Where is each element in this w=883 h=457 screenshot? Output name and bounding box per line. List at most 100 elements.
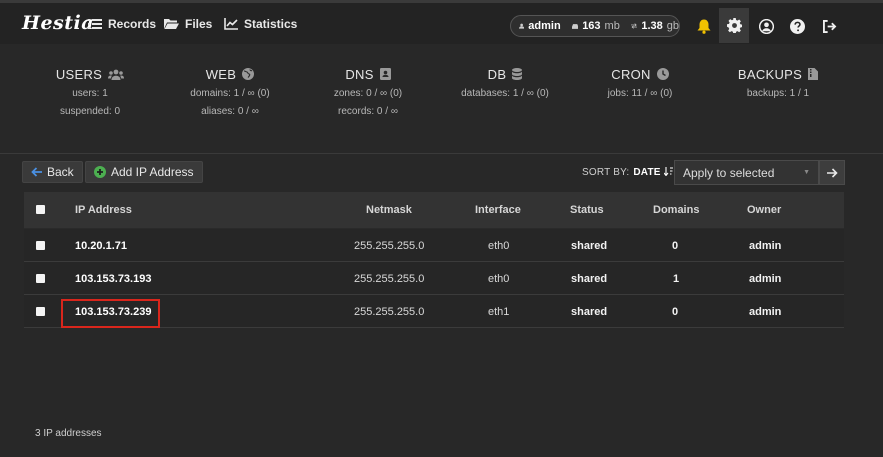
row-checkbox[interactable] — [36, 274, 45, 283]
stat-cron-title: CRON — [611, 66, 651, 82]
globe-icon — [242, 68, 255, 80]
domains-cell: 1 — [673, 273, 680, 285]
ip-address-link[interactable]: 103.153.73.193 — [75, 273, 151, 285]
sort-by-control[interactable]: SORT BY: DATE — [582, 167, 673, 178]
stat-dns-records: records: 0 / ∞ — [338, 106, 398, 117]
header-ip-address[interactable]: IP Address — [75, 204, 132, 216]
table-header: IP Address Netmask Interface Status Doma… — [24, 192, 844, 229]
stat-users[interactable]: USERS users: 1 suspended: 0 — [40, 66, 140, 117]
row-checkbox[interactable] — [36, 307, 45, 316]
interface-cell: eth1 — [488, 306, 510, 318]
address-book-icon — [379, 68, 391, 80]
sign-out-icon — [822, 19, 836, 33]
ip-address-table: IP Address Netmask Interface Status Doma… — [24, 192, 844, 328]
clock-icon — [656, 68, 669, 80]
help-button[interactable] — [785, 14, 809, 38]
header-owner[interactable]: Owner — [747, 204, 781, 216]
nav-files[interactable]: Files — [164, 17, 212, 31]
stat-backups-count: backups: 1 / 1 — [746, 88, 810, 99]
notifications-button[interactable] — [692, 14, 716, 38]
owner-cell: admin — [749, 306, 782, 318]
stat-backups[interactable]: BACKUPS backups: 1 / 1 — [728, 66, 828, 99]
nav-statistics[interactable]: Statistics — [224, 17, 297, 31]
disk-usage-value: 163 — [582, 20, 601, 32]
add-ip-address-button[interactable]: Add IP Address — [85, 161, 203, 183]
profile-button[interactable] — [754, 14, 778, 38]
sort-icon — [663, 167, 673, 177]
status-cell: shared — [571, 306, 608, 318]
add-ip-address-label: Add IP Address — [111, 165, 194, 179]
stat-web-domains: domains: 1 / ∞ (0) — [190, 88, 270, 99]
hestia-logo[interactable]: Hestia — [22, 12, 94, 34]
nav-files-label: Files — [185, 17, 213, 31]
chevron-down-icon: ▼ — [803, 169, 810, 176]
back-button[interactable]: Back — [22, 161, 83, 183]
arrow-right-icon — [826, 167, 838, 178]
sort-by-value: DATE — [633, 167, 661, 178]
top-nav: Hestia Records Files Statistics admin 16… — [0, 0, 883, 44]
plus-circle-icon — [94, 166, 106, 178]
ip-address-link[interactable]: 10.20.1.71 — [75, 240, 127, 252]
user-circle-icon — [758, 18, 774, 34]
header-netmask[interactable]: Netmask — [366, 204, 412, 216]
stat-web-title: WEB — [205, 66, 237, 82]
stat-backups-title: BACKUPS — [737, 66, 803, 82]
apply-bulk-action-button[interactable] — [819, 160, 845, 185]
stat-cron[interactable]: CRON jobs: 11 / ∞ (0) — [590, 66, 690, 99]
user-panel[interactable]: admin 163 mb 1.38 gb — [510, 15, 680, 37]
ip-count-footer: 3 IP addresses — [35, 428, 102, 439]
gear-icon — [726, 18, 742, 33]
nav-statistics-label: Statistics — [244, 17, 298, 31]
settings-button[interactable] — [719, 8, 749, 43]
table-row[interactable]: 10.20.1.71 255.255.255.0 eth0 shared 0 a… — [24, 229, 844, 262]
ip-address-link[interactable]: 103.153.73.239 — [75, 306, 151, 318]
exchange-icon — [631, 23, 638, 29]
header-status[interactable]: Status — [570, 204, 604, 216]
stat-cron-jobs: jobs: 11 / ∞ (0) — [607, 88, 673, 99]
disk-usage-unit: mb — [604, 20, 620, 32]
status-cell: shared — [571, 273, 608, 285]
bandwidth-value: 1.38 — [641, 20, 663, 32]
header-interface[interactable]: Interface — [475, 204, 521, 216]
stat-db-databases: databases: 1 / ∞ (0) — [461, 88, 549, 99]
toolbar: Back Add IP Address SORT BY: DATE Apply t… — [0, 154, 883, 190]
domains-cell: 0 — [672, 240, 679, 252]
stat-web-aliases: aliases: 0 / ∞ — [201, 106, 259, 117]
netmask-cell: 255.255.255.0 — [354, 240, 425, 252]
interface-cell: eth0 — [488, 273, 510, 285]
folder-open-icon — [164, 19, 179, 29]
stat-users-count: users: 1 — [72, 88, 108, 99]
stat-users-suspended: suspended: 0 — [59, 106, 121, 117]
bell-icon — [697, 19, 711, 34]
username: admin — [528, 20, 561, 32]
table-row[interactable]: 103.153.73.239 255.255.255.0 eth1 shared… — [24, 295, 844, 328]
arrow-left-icon — [31, 167, 42, 177]
stat-web[interactable]: WEB domains: 1 / ∞ (0) aliases: 0 / ∞ — [180, 66, 280, 117]
nav-records[interactable]: Records — [88, 17, 156, 31]
bulk-action-select[interactable]: Apply to selected ▼ — [674, 160, 819, 185]
stat-db-title: DB — [487, 66, 507, 82]
stat-dns-zones: zones: 0 / ∞ (0) — [333, 88, 403, 99]
table-row[interactable]: 103.153.73.193 255.255.255.0 eth0 shared… — [24, 262, 844, 295]
question-circle-icon — [789, 18, 805, 34]
owner-cell: admin — [749, 240, 782, 252]
netmask-cell: 255.255.255.0 — [354, 273, 425, 285]
bulk-action-value: Apply to selected — [683, 166, 775, 180]
logout-button[interactable] — [817, 14, 841, 38]
chart-line-icon — [224, 18, 238, 30]
database-icon — [512, 68, 523, 80]
netmask-cell: 255.255.255.0 — [354, 306, 425, 318]
interface-cell: eth0 — [488, 240, 510, 252]
nav-records-label: Records — [108, 17, 157, 31]
header-domains[interactable]: Domains — [653, 204, 699, 216]
stat-db[interactable]: DB databases: 1 / ∞ (0) — [455, 66, 555, 99]
back-button-label: Back — [47, 165, 74, 179]
select-all-checkbox[interactable] — [36, 205, 45, 214]
row-checkbox[interactable] — [36, 241, 45, 250]
owner-cell: admin — [749, 273, 782, 285]
status-cell: shared — [571, 240, 608, 252]
stat-dns[interactable]: DNS zones: 0 / ∞ (0) records: 0 / ∞ — [318, 66, 418, 117]
stat-users-title: USERS — [55, 66, 103, 82]
bandwidth-unit: gb — [666, 20, 679, 32]
sort-by-label: SORT BY: — [582, 167, 630, 178]
